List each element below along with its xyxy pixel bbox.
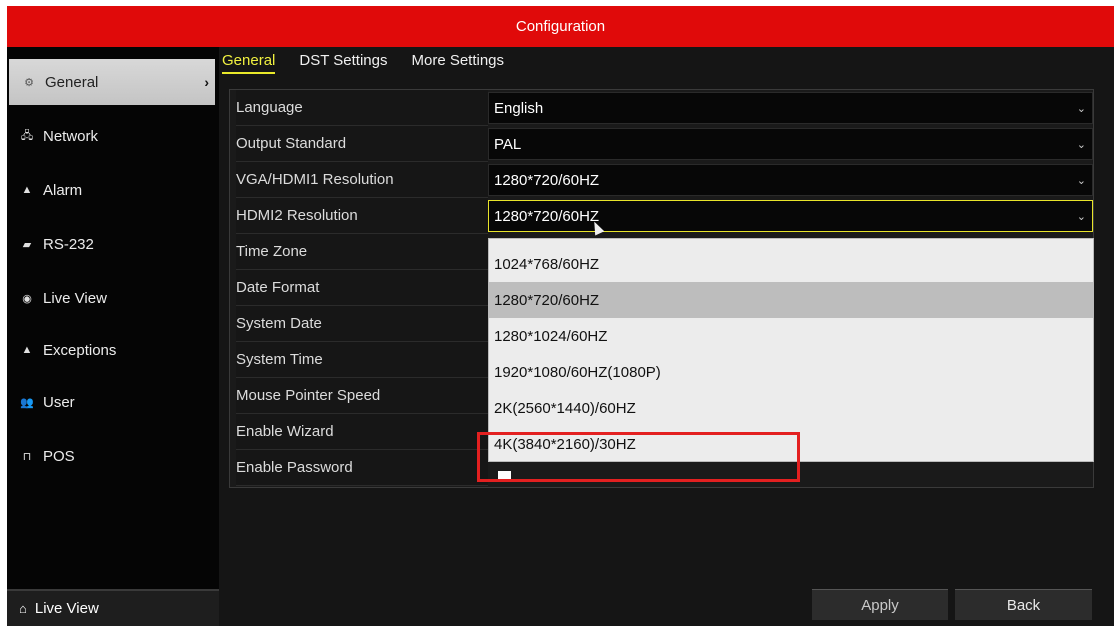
live-view-shortcut-button[interactable]: ⌂ Live View [7, 589, 219, 626]
vga-hdmi1-resolution-select[interactable]: 1280*720/60HZ ⌄ [488, 164, 1093, 196]
sidebar-item-rs232[interactable]: ▰ RS-232 [7, 221, 219, 267]
chevron-down-icon: ⌄ [1076, 210, 1086, 223]
mouse-pointer-speed-label: Mouse Pointer Speed [236, 378, 488, 414]
sidebar-item-exceptions[interactable]: ▲ Exceptions [7, 327, 219, 373]
output-standard-row: Output Standard PAL ⌄ [230, 126, 1093, 162]
sidebar-item-label: Live View [43, 289, 107, 307]
dropdown-option[interactable]: 1280*1024/60HZ [489, 318, 1093, 354]
dropdown-option[interactable]: 1024*768/60HZ [489, 246, 1093, 282]
chevron-right-icon: › [204, 74, 209, 90]
sidebar: ⚙ General › 🖧 Network ▲ Alarm ▰ RS-232 ◉… [7, 47, 219, 626]
date-format-label: Date Format [236, 270, 488, 306]
home-icon: ⌂ [19, 601, 27, 616]
pos-icon: ⊓ [22, 450, 32, 463]
eye-icon: ◉ [22, 292, 32, 305]
tab-dst-settings[interactable]: DST Settings [299, 52, 387, 74]
rs232-icon: ▰ [22, 238, 32, 251]
network-icon: 🖧 [20, 129, 34, 142]
sidebar-item-alarm[interactable]: ▲ Alarm [7, 167, 219, 213]
gear-icon: ⚙ [24, 76, 34, 89]
system-time-label: System Time [236, 342, 488, 378]
back-button[interactable]: Back [955, 589, 1092, 620]
sidebar-item-label: RS-232 [43, 235, 94, 253]
chevron-down-icon: ⌄ [1076, 138, 1086, 151]
annotation-highlight-box [477, 432, 800, 482]
language-select[interactable]: English ⌄ [488, 92, 1093, 124]
tab-more-settings[interactable]: More Settings [411, 52, 504, 74]
vga-hdmi1-resolution-value: 1280*720/60HZ [494, 171, 600, 189]
live-view-shortcut-label: Live View [34, 600, 99, 617]
sidebar-item-label: User [43, 393, 75, 411]
output-standard-label: Output Standard [236, 126, 488, 162]
language-value: English [494, 99, 544, 117]
enable-password-label: Enable Password [236, 450, 488, 486]
warning-icon: ▲ [21, 344, 33, 356]
window-title: Configuration [7, 6, 1114, 47]
vga-hdmi1-resolution-label: VGA/HDMI1 Resolution [236, 162, 488, 198]
sidebar-item-label: Network [43, 127, 99, 145]
hdmi2-resolution-value: 1280*720/60HZ [494, 207, 600, 225]
hdmi2-resolution-label: HDMI2 Resolution [236, 198, 488, 234]
user-icon: 👥 [20, 396, 34, 409]
tab-general[interactable]: General [222, 52, 276, 74]
chevron-down-icon: ⌄ [1076, 174, 1086, 187]
output-standard-select[interactable]: PAL ⌄ [488, 128, 1093, 160]
sidebar-item-label: Exceptions [43, 341, 117, 359]
system-date-label: System Date [236, 306, 488, 342]
dropdown-option[interactable]: 1920*1080/60HZ(1080P) [489, 354, 1093, 390]
sidebar-item-pos[interactable]: ⊓ POS [7, 433, 219, 479]
chevron-down-icon: ⌄ [1076, 102, 1086, 115]
sidebar-item-live-view[interactable]: ◉ Live View [7, 275, 219, 321]
hdmi2-resolution-select[interactable]: 1280*720/60HZ ⌄ [488, 200, 1093, 232]
language-label: Language [236, 90, 488, 126]
alarm-icon: ▲ [21, 184, 33, 196]
sidebar-item-label: POS [43, 447, 75, 465]
sidebar-item-general[interactable]: ⚙ General › [9, 59, 215, 105]
apply-button[interactable]: Apply [812, 589, 948, 620]
enable-wizard-label: Enable Wizard [236, 414, 488, 450]
vga-hdmi1-resolution-row: VGA/HDMI1 Resolution 1280*720/60HZ ⌄ [230, 162, 1093, 198]
language-row: Language English ⌄ [230, 90, 1093, 126]
hdmi2-resolution-row: HDMI2 Resolution 1280*720/60HZ ⌄ [230, 198, 1093, 234]
output-standard-value: PAL [494, 135, 522, 153]
tab-bar: General DST Settings More Settings [222, 52, 528, 74]
dropdown-option-selected[interactable]: 1280*720/60HZ [489, 282, 1093, 318]
sidebar-item-user[interactable]: 👥 User [7, 379, 219, 425]
sidebar-item-network[interactable]: 🖧 Network [7, 113, 219, 159]
hdmi2-resolution-dropdown: 1024*768/60HZ 1280*720/60HZ 1280*1024/60… [488, 238, 1094, 462]
sidebar-item-label: General [45, 73, 99, 91]
sidebar-item-label: Alarm [43, 181, 83, 199]
time-zone-label: Time Zone [236, 234, 488, 270]
dropdown-option[interactable]: 2K(2560*1440)/60HZ [489, 390, 1093, 426]
